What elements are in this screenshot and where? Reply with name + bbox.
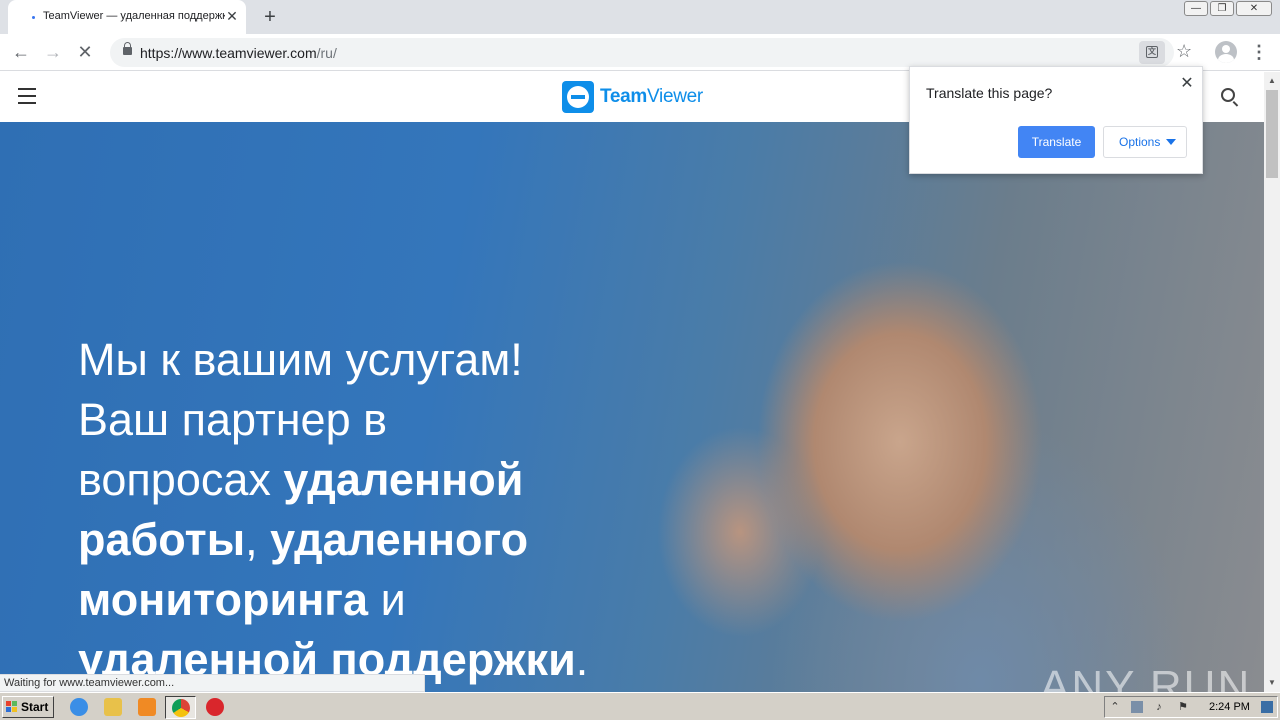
start-button[interactable]: Start (2, 696, 54, 718)
stop-loading-icon[interactable]: ✕ (72, 39, 98, 65)
tab-title: TeamViewer — удаленная поддержка (43, 10, 225, 22)
status-bar: Waiting for www.teamviewer.com... (0, 674, 425, 692)
hero-line: работы, удаленного (78, 514, 529, 565)
volume-icon[interactable]: ♪ (1153, 701, 1165, 713)
tab-strip: TeamViewer — удаленная поддержка ✕ + — ❐… (0, 0, 1280, 34)
close-tab-icon[interactable]: ✕ (224, 8, 240, 24)
start-label: Start (21, 700, 49, 714)
lock-icon[interactable] (123, 42, 132, 55)
hamburger-menu-icon[interactable] (18, 88, 36, 104)
menu-kebab-icon[interactable]: ⋮ (1250, 39, 1268, 65)
hero-headline: Мы к вашим услугам! Ваш партнер в вопрос… (78, 330, 678, 690)
translate-icon[interactable]: 文 (1139, 41, 1165, 64)
windows-flag-icon (6, 701, 18, 713)
close-popup-icon[interactable]: ✕ (1178, 75, 1196, 93)
show-desktop-icon[interactable] (1261, 701, 1273, 713)
vertical-scrollbar[interactable]: ▲ ▼ (1264, 72, 1280, 692)
hero-line: Мы к вашим услугам! (78, 334, 523, 385)
chrome-taskbar-button[interactable] (165, 696, 196, 719)
bookmark-star-icon[interactable]: ☆ (1176, 41, 1192, 62)
taskbar: Start ⌃ ♪ ⚑ 2:24 PM (0, 692, 1280, 720)
scroll-down-icon[interactable]: ▼ (1267, 678, 1277, 688)
back-arrow-icon[interactable]: ← (8, 39, 34, 65)
search-icon[interactable] (1221, 88, 1235, 102)
logo-text: TeamViewer (600, 86, 703, 107)
action-center-flag-icon[interactable]: ⚑ (1177, 701, 1189, 713)
chrome-icon (172, 699, 190, 717)
folder-icon[interactable] (104, 698, 122, 716)
media-player-icon[interactable] (138, 698, 156, 716)
forward-arrow-icon[interactable]: → (40, 39, 66, 65)
scroll-up-icon[interactable]: ▲ (1267, 76, 1277, 86)
minimize-button[interactable]: — (1184, 1, 1208, 16)
loading-icon (32, 16, 35, 19)
network-icon[interactable] (1131, 701, 1143, 713)
restore-button[interactable]: ❐ (1210, 1, 1234, 16)
options-button[interactable]: Options (1103, 126, 1187, 158)
opera-icon[interactable] (206, 698, 224, 716)
hero-banner: Мы к вашим услугам! Ваш партнер в вопрос… (0, 122, 1264, 692)
show-hidden-icons-icon[interactable]: ⌃ (1109, 701, 1121, 713)
close-window-button[interactable]: ✕ (1236, 1, 1272, 16)
options-label: Options (1119, 135, 1161, 149)
hero-line: Ваш партнер в (78, 394, 388, 445)
translate-popup: Translate this page? ✕ Translate Options (909, 66, 1203, 174)
teamviewer-logo-icon (562, 81, 594, 113)
anyrun-watermark: ANY RUN (1040, 662, 1252, 692)
browser-tab[interactable]: TeamViewer — удаленная поддержка ✕ (8, 0, 246, 34)
url-text[interactable]: https://www.teamviewer.com/ru/ (140, 45, 337, 61)
address-bar[interactable]: https://www.teamviewer.com/ru/ 文 ☆ (110, 38, 1192, 67)
scroll-thumb[interactable] (1266, 90, 1278, 178)
profile-avatar-icon[interactable] (1215, 41, 1237, 63)
internet-explorer-icon[interactable] (70, 698, 88, 716)
translate-button[interactable]: Translate (1018, 126, 1095, 158)
clock[interactable]: 2:24 PM (1209, 701, 1250, 713)
new-tab-button[interactable]: + (258, 5, 282, 29)
hero-line: мониторинга и (78, 574, 406, 625)
chevron-down-icon (1166, 139, 1176, 145)
hero-line: вопросах удаленной (78, 454, 524, 505)
translate-popup-title: Translate this page? (926, 85, 1053, 101)
system-tray: ⌃ ♪ ⚑ 2:24 PM (1104, 696, 1278, 718)
